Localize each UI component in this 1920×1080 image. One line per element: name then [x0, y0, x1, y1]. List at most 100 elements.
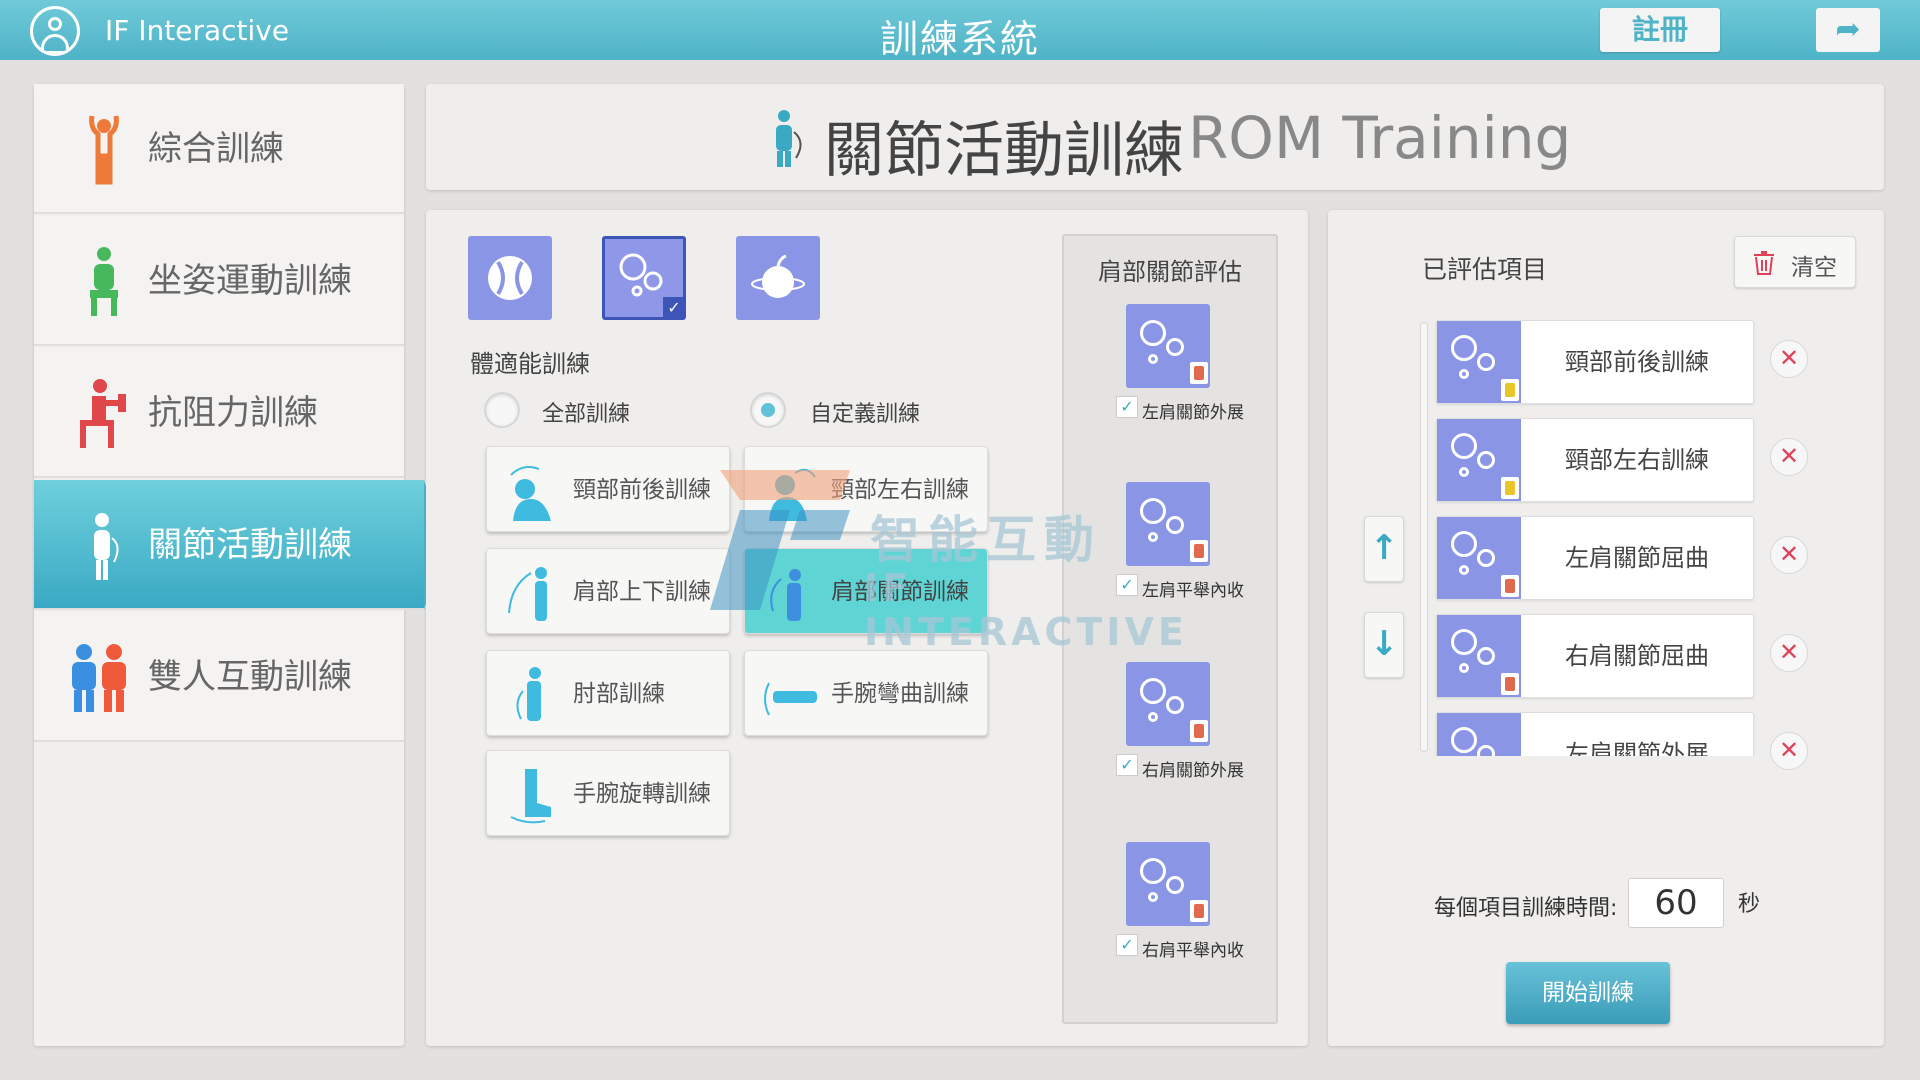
exercise-elbow-button[interactable]: 肘部訓練: [486, 650, 730, 736]
bubbles-icon: [1126, 304, 1210, 388]
training-time-input[interactable]: 60: [1628, 878, 1724, 928]
shoulder-item-label: 右肩關節外展: [1142, 761, 1244, 781]
list-item[interactable]: 右肩關節屈曲: [1436, 614, 1754, 698]
sidebar-item-resistance[interactable]: 抗阻力訓練: [34, 348, 404, 478]
shoulder-item[interactable]: ✓ 左肩關節外展: [1064, 304, 1276, 444]
radio-all-label: 全部訓練: [542, 402, 631, 427]
exercise-label: 肩部關節訓練: [831, 579, 969, 605]
dumbbell-person-icon: [80, 379, 126, 448]
sidebar-item-label: 抗阻力訓練: [148, 393, 318, 433]
shoulder-checkbox[interactable]: ✓: [1116, 934, 1138, 956]
category-bubbles-button[interactable]: ✓: [602, 236, 686, 320]
exercise-wrist-bend-button[interactable]: 手腕彎曲訓練: [744, 650, 988, 736]
wrist-bend-icon: [764, 682, 817, 716]
bubbles-icon: [1126, 842, 1210, 926]
clear-button[interactable]: 清空: [1734, 236, 1856, 288]
shoulder-joint-icon: [770, 569, 801, 621]
time-unit: 秒: [1738, 892, 1761, 917]
remove-x-icon[interactable]: ✕: [1770, 438, 1808, 476]
two-people-icon: [72, 644, 126, 712]
sidebar-item-duo[interactable]: 雙人互動訓練: [34, 612, 404, 742]
list-item[interactable]: 左肩關節屈曲: [1436, 516, 1754, 600]
sidebar: 綜合訓練 坐姿運動訓練 抗阻力訓練 關節活動訓練 雙人互動訓練: [34, 84, 444, 1046]
shoulder-checkbox[interactable]: ✓: [1116, 754, 1138, 776]
assessed-list: 頸部前後訓練 頸部左右訓練 左肩關節屈曲 右肩關節屈曲 左肩關節外展: [1420, 320, 1820, 756]
exercise-label: 肩部上下訓練: [573, 579, 711, 605]
sidebar-item-label: 雙人互動訓練: [148, 657, 352, 697]
list-item[interactable]: 頸部左右訓練: [1436, 418, 1754, 502]
apple-planet-icon: [751, 254, 805, 298]
exercise-label: 頸部前後訓練: [573, 477, 711, 503]
top-bar: IF Interactive 訓練系統 註冊 ➦: [0, 0, 1920, 61]
seated-person-icon: [90, 247, 118, 316]
joint-person-icon: [94, 513, 119, 580]
bubbles-icon: [1437, 419, 1521, 501]
page-header: 關節活動訓練 ROM Training: [426, 84, 1884, 190]
ball-icon: [488, 256, 532, 300]
exercise-label: 手腕旋轉訓練: [573, 781, 711, 807]
shoulder-item-label: 左肩關節外展: [1142, 403, 1244, 423]
remove-x-icon[interactable]: ✕: [1770, 536, 1808, 574]
wrist-rotate-icon: [510, 769, 551, 824]
register-button[interactable]: 註冊: [1600, 8, 1720, 52]
bubbles-icon: [1437, 321, 1521, 403]
shoulder-column-title: 肩部關節評估: [1098, 258, 1242, 286]
neck-forward-icon: [510, 466, 551, 521]
sidebar-item-seated[interactable]: 坐姿運動訓練: [34, 216, 404, 346]
exercise-neck-side-button[interactable]: 頸部左右訓練: [744, 446, 988, 532]
sidebar-item-comprehensive[interactable]: 綜合訓練: [34, 84, 404, 214]
neck-side-icon: [769, 468, 816, 521]
list-item-label: 右肩關節屈曲: [1565, 642, 1709, 670]
radio-custom-training[interactable]: [750, 392, 786, 428]
bubbles-icon: [1437, 713, 1521, 756]
exercise-shoulder-updown-button[interactable]: 肩部上下訓練: [486, 548, 730, 634]
category-ball-button[interactable]: [468, 236, 552, 320]
exercise-neck-forward-button[interactable]: 頸部前後訓練: [486, 446, 730, 532]
sidebar-item-label: 坐姿運動訓練: [148, 261, 352, 301]
sidebar-item-label: 關節活動訓練: [148, 525, 352, 565]
bubbles-icon: [1437, 615, 1521, 697]
exercise-shoulder-joint-button[interactable]: 肩部關節訓練: [744, 548, 988, 634]
shoulder-item[interactable]: ✓ 左肩平舉內收: [1064, 482, 1276, 622]
bubbles-icon: [1437, 517, 1521, 599]
share-arrow-icon[interactable]: ➦: [1816, 8, 1880, 52]
sidebar-item-rom[interactable]: 關節活動訓練: [34, 480, 444, 610]
trash-icon: [1754, 251, 1774, 275]
list-item-label: 頸部前後訓練: [1565, 348, 1709, 376]
elbow-icon: [516, 667, 541, 721]
exercise-wrist-rotate-button[interactable]: 手腕旋轉訓練: [486, 750, 730, 836]
move-down-arrow-icon[interactable]: ↓: [1364, 612, 1404, 678]
remove-x-icon[interactable]: ✕: [1770, 634, 1808, 672]
shoulder-checkbox[interactable]: ✓: [1116, 574, 1138, 596]
list-item[interactable]: 左肩關節外展: [1436, 712, 1754, 756]
start-training-button[interactable]: 開始訓練: [1506, 962, 1670, 1024]
shoulder-item[interactable]: ✓ 右肩關節外展: [1064, 662, 1276, 802]
remove-x-icon[interactable]: ✕: [1770, 340, 1808, 378]
category-apple-button[interactable]: [736, 236, 820, 320]
list-item-label: 左肩關節屈曲: [1565, 544, 1709, 572]
shoulder-updown-icon: [508, 567, 547, 621]
bubbles-icon: [1126, 662, 1210, 746]
move-up-arrow-icon[interactable]: ↑: [1364, 516, 1404, 582]
bubbles-icon: [1126, 482, 1210, 566]
radio-all-training[interactable]: [484, 392, 520, 428]
list-item-label: 左肩關節外展: [1565, 740, 1709, 756]
assessed-panel: 已評估項目 清空 ↑ ↓ 頸部前後訓練 頸部左右訓練 左肩關節屈曲 右肩關節屈曲…: [1328, 210, 1884, 1046]
shoulder-checkbox[interactable]: ✓: [1116, 396, 1138, 418]
clear-label: 清空: [1791, 255, 1837, 281]
exercise-label: 頸部左右訓練: [831, 477, 969, 503]
section-label: 體適能訓練: [470, 350, 590, 378]
exercise-label: 肘部訓練: [573, 681, 665, 707]
time-label: 每個項目訓練時間:: [1434, 896, 1618, 921]
check-icon: ✓: [663, 297, 685, 319]
assessed-title: 已評估項目: [1422, 255, 1548, 284]
sidebar-item-label: 綜合訓練: [148, 129, 284, 169]
list-item[interactable]: 頸部前後訓練: [1436, 320, 1754, 404]
joint-person-icon: [776, 110, 802, 167]
page-title: 關節活動訓練: [824, 116, 1184, 186]
shoulder-item[interactable]: ✓ 右肩平舉內收: [1064, 842, 1276, 982]
shoulder-item-label: 左肩平舉內收: [1142, 581, 1244, 601]
page-subtitle: ROM Training: [1188, 104, 1572, 172]
exercise-panel: ✓ 體適能訓練 全部訓練 自定義訓練 頸部前後訓練 頸部左右訓練 肩部上下訓練: [426, 210, 1308, 1046]
remove-x-icon[interactable]: ✕: [1770, 732, 1808, 770]
